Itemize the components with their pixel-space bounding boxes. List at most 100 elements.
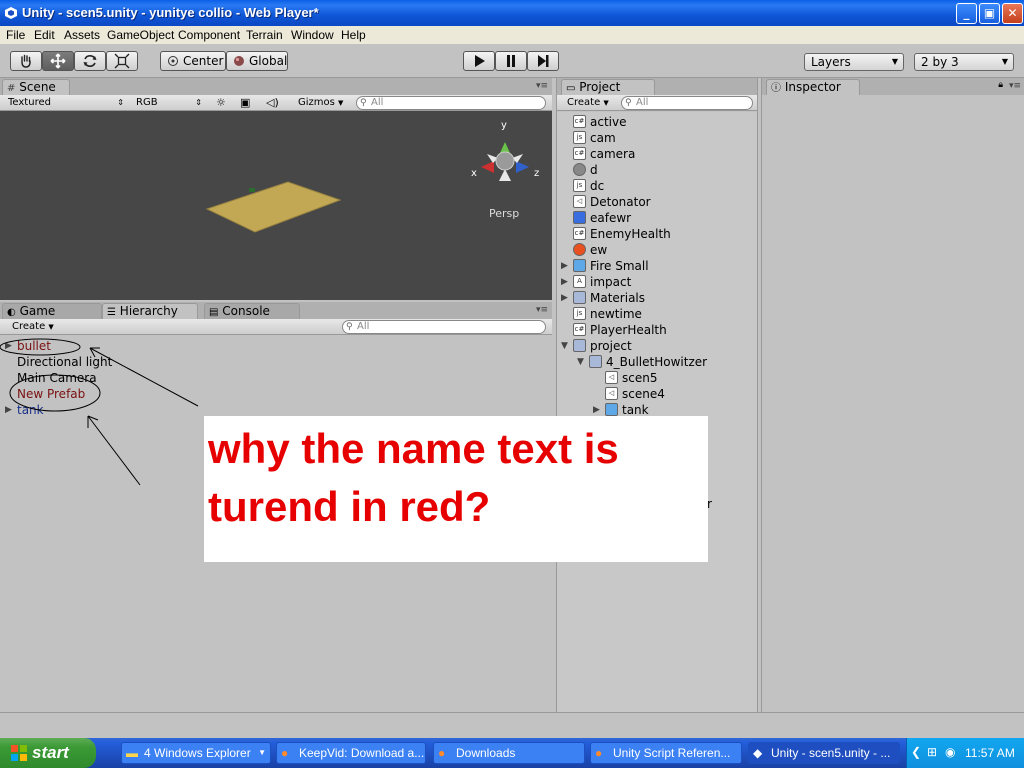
project-item-label: scene4 [622, 387, 665, 401]
project-item[interactable]: c# EnemyHealth [557, 226, 757, 242]
project-item[interactable]: ew [557, 242, 757, 258]
lock-icon[interactable]: 🔒︎ [998, 80, 1003, 90]
project-item[interactable]: ▶ Aimpact [557, 274, 757, 290]
title-bar[interactable]: Unity - scen5.unity - yunitye collio - W… [0, 0, 1024, 26]
close-button[interactable]: ✕ [1002, 3, 1023, 24]
folder-tab-icon: ▭ [566, 83, 576, 94]
task-keepvid[interactable]: ● KeepVid: Download a... [276, 742, 426, 764]
clock[interactable]: 11:57 AM [965, 746, 1015, 760]
expand-arrow-icon[interactable]: ▶ [561, 274, 568, 290]
gizmos-dropdown[interactable]: Gizmos ▼ [294, 96, 346, 110]
move-tool-button[interactable] [42, 51, 74, 71]
rotate-tool-button[interactable] [74, 51, 106, 71]
project-item[interactable]: ▼ project [557, 338, 757, 354]
menu-help[interactable]: Help [341, 28, 366, 42]
menu-terrain[interactable]: Terrain [246, 28, 283, 42]
project-item[interactable]: c# active [557, 114, 757, 130]
globe-icon [234, 56, 244, 66]
project-item[interactable]: ◁ scen5 [557, 370, 757, 386]
minimize-button[interactable]: _ [956, 3, 977, 24]
project-item-label: PlayerHealth [590, 323, 667, 337]
project-item[interactable]: ◁ Detonator [557, 194, 757, 210]
pause-icon [507, 55, 515, 67]
task-label: 4 Windows Explorer [144, 746, 251, 760]
folder-file-icon [573, 291, 586, 304]
tray-expand-icon[interactable]: ❮ [911, 745, 921, 759]
project-item-label: 4_BulletHowitzer [606, 355, 708, 369]
project-item-label: cam [590, 131, 616, 145]
start-button[interactable]: start [0, 738, 96, 768]
task-unity-editor[interactable]: ◆ Unity - scen5.unity - ... [748, 742, 900, 764]
search-icon: ⚲ [360, 98, 367, 108]
folder-icon: ▬ [126, 746, 138, 760]
search-icon: ⚲ [346, 322, 353, 332]
layout-dropdown[interactable]: 2 by 3 ▼ [914, 53, 1014, 71]
windows-logo-icon [11, 745, 27, 761]
pivot-center-button[interactable]: Center [160, 51, 226, 71]
expand-arrow-icon[interactable]: ▼ [577, 354, 584, 370]
tab-console[interactable]: ▤ Console [204, 303, 300, 319]
dropdown-arrow-icon: ▼ [1001, 57, 1008, 66]
layers-label: Layers [811, 55, 851, 69]
tab-project[interactable]: ▭ Project [561, 79, 655, 95]
texture-file-icon [573, 211, 586, 224]
network-icon[interactable]: ⊞ [927, 745, 937, 759]
scene-viewport[interactable]: y x z Persp [0, 111, 552, 300]
expand-arrow-icon[interactable]: ▶ [561, 258, 568, 274]
project-item[interactable]: js newtime [557, 306, 757, 322]
project-create-dropdown[interactable]: Create ▼ [563, 96, 615, 110]
audio-toggle-icon[interactable]: ◁) [262, 96, 279, 110]
project-search-input[interactable]: ⚲ All [621, 96, 753, 110]
scene-search-input[interactable]: ⚲ All [356, 96, 546, 110]
tab-scene[interactable]: # Scene [2, 79, 70, 95]
project-item[interactable]: ▶ Fire Small [557, 258, 757, 274]
layers-dropdown[interactable]: Layers ▼ [804, 53, 904, 71]
maximize-button[interactable]: ▣ [979, 3, 1000, 24]
tab-hierarchy[interactable]: ☰ Hierarchy [102, 303, 198, 319]
panel-menu-icon[interactable]: ▾≡ [1009, 81, 1021, 91]
tab-game[interactable]: ◐ Game [2, 303, 102, 319]
expand-arrow-icon[interactable]: ▼ [561, 338, 568, 354]
project-item[interactable]: d [557, 162, 757, 178]
project-item[interactable]: js dc [557, 178, 757, 194]
task-downloads[interactable]: ● Downloads [433, 742, 585, 764]
prefab-file-icon [573, 259, 586, 272]
task-windows-explorer[interactable]: ▬ 4 Windows Explorer ▼ [121, 742, 271, 764]
js-file-icon: js [573, 307, 586, 320]
color-mode-dropdown[interactable]: RGB ⇕ [132, 96, 204, 110]
tab-inspector[interactable]: ⓘ Inspector [766, 79, 860, 95]
project-item[interactable]: ◁ scene4 [557, 386, 757, 402]
menu-file[interactable]: File [6, 28, 25, 42]
panel-menu-icon[interactable]: ▾≡ [536, 305, 548, 315]
task-unity-script-reference[interactable]: ● Unity Script Referen... [590, 742, 742, 764]
project-item-label: dc [590, 179, 605, 193]
project-item[interactable]: ▼ 4_BulletHowitzer [557, 354, 757, 370]
project-item[interactable]: eafewr [557, 210, 757, 226]
menu-edit[interactable]: Edit [34, 28, 55, 42]
project-item[interactable]: c# PlayerHealth [557, 322, 757, 338]
play-button[interactable] [463, 51, 495, 71]
project-item[interactable]: js cam [557, 130, 757, 146]
hierarchy-search-input[interactable]: ⚲ All [342, 320, 546, 334]
hand-tool-button[interactable] [10, 51, 42, 71]
menu-gameobject[interactable]: GameObject [107, 28, 174, 42]
menu-component[interactable]: Component [178, 28, 240, 42]
panel-menu-icon[interactable]: ▾≡ [536, 81, 548, 91]
pause-button[interactable] [495, 51, 527, 71]
image-toggle-icon[interactable]: ▣ [236, 96, 250, 110]
lighting-toggle-icon[interactable]: ☼ [212, 96, 226, 110]
volume-icon[interactable]: ◉ [945, 745, 955, 759]
game-icon: ◐ [7, 307, 16, 318]
menu-assets[interactable]: Assets [64, 28, 100, 42]
global-local-button[interactable]: Global [226, 51, 288, 71]
scale-tool-button[interactable] [106, 51, 138, 71]
project-list: c# active js cam c# camera d js dc ◁ Detonator eafe… [557, 112, 757, 712]
render-mode-dropdown[interactable]: Textured ⇕ [4, 96, 126, 110]
step-button[interactable] [527, 51, 559, 71]
project-item-label: newtime [590, 307, 642, 321]
project-item[interactable]: ▶ Materials [557, 290, 757, 306]
menu-window[interactable]: Window [291, 28, 334, 42]
project-item[interactable]: c# camera [557, 146, 757, 162]
expand-arrow-icon[interactable]: ▶ [561, 290, 568, 306]
scene-view-graphic [205, 142, 529, 233]
